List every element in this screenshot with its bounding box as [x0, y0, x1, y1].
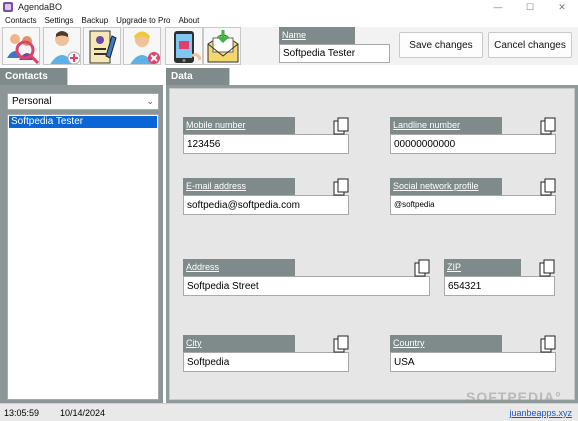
name-field[interactable]: Softpedia Tester	[279, 44, 390, 63]
zip-field[interactable]: 654321	[444, 276, 555, 296]
email-address-field[interactable]: softpedia@softpedia.com	[183, 195, 349, 215]
status-date: 10/14/2024	[60, 408, 106, 418]
zip-label: ZIP	[444, 259, 521, 276]
copy-icon[interactable]	[414, 259, 430, 277]
copy-icon[interactable]	[333, 117, 349, 135]
status-bar: 13:05:59 10/14/2024 juanbeapps.xyz	[0, 403, 578, 421]
copy-icon[interactable]	[540, 178, 556, 196]
app-logo-icon	[3, 2, 13, 12]
save-changes-button[interactable]: Save changes	[399, 32, 483, 58]
menu-about[interactable]: About	[178, 16, 199, 25]
social-network-profile-field[interactable]: @softpedia	[390, 195, 556, 215]
landline-number-label: Landline number	[390, 117, 502, 134]
phone-icon	[174, 31, 202, 63]
website-link[interactable]: juanbeapps.xyz	[509, 408, 572, 418]
search-contacts-icon	[7, 34, 39, 64]
phone-button[interactable]	[165, 27, 203, 65]
name-label: Name	[279, 27, 355, 44]
menu-bar: Contacts Settings Backup Upgrade to Pro …	[0, 14, 578, 27]
copy-icon[interactable]	[333, 178, 349, 196]
window-controls: — ☐ ✕	[482, 0, 578, 14]
status-time: 13:05:59	[4, 408, 40, 418]
minimize-button[interactable]: —	[482, 0, 514, 14]
add-contact-icon	[50, 31, 80, 64]
copy-icon[interactable]	[539, 259, 555, 277]
import-envelope-icon	[207, 30, 239, 63]
mobile-number-label: Mobile number	[183, 117, 295, 134]
list-item[interactable]: Softpedia Tester	[9, 116, 157, 128]
remove-contact-button[interactable]	[123, 27, 161, 65]
country-label: Country	[390, 335, 502, 352]
menu-contacts[interactable]: Contacts	[5, 16, 37, 25]
window-title: AgendaBO	[18, 2, 63, 12]
city-field[interactable]: Softpedia	[183, 352, 349, 372]
country-field[interactable]: USA	[390, 352, 556, 372]
title-bar: AgendaBO — ☐ ✕	[0, 0, 578, 14]
mobile-number-field[interactable]: 123456	[183, 134, 349, 154]
edit-contact-button[interactable]	[83, 27, 121, 65]
copy-icon[interactable]	[333, 335, 349, 353]
add-contact-button[interactable]	[43, 27, 81, 65]
social-network-profile-label: Social network profile	[390, 178, 502, 195]
address-label: Address	[183, 259, 295, 276]
import-envelope-button[interactable]	[203, 27, 241, 65]
edit-contact-icon	[89, 30, 117, 64]
city-label: City	[183, 335, 295, 352]
menu-backup[interactable]: Backup	[81, 16, 108, 25]
maximize-button[interactable]: ☐	[514, 0, 546, 14]
cancel-changes-button[interactable]: Cancel changes	[488, 32, 572, 58]
landline-number-field[interactable]: 00000000000	[390, 134, 556, 154]
email-address-label: E-mail address	[183, 178, 295, 195]
contact-group-select[interactable]: Personal ⌄	[7, 93, 159, 110]
contacts-panel-tab: Contacts	[0, 68, 68, 85]
data-panel-tab: Data	[166, 68, 230, 85]
contact-list[interactable]: Softpedia Tester	[7, 114, 159, 400]
copy-icon[interactable]	[540, 117, 556, 135]
menu-settings[interactable]: Settings	[45, 16, 74, 25]
contact-group-value: Personal	[12, 96, 52, 107]
remove-contact-icon	[130, 31, 160, 64]
menu-upgrade[interactable]: Upgrade to Pro	[116, 16, 170, 25]
search-contacts-button[interactable]	[2, 27, 40, 65]
address-field[interactable]: Softpedia Street	[183, 276, 430, 296]
chevron-down-icon: ⌄	[146, 96, 154, 106]
copy-icon[interactable]	[540, 335, 556, 353]
close-button[interactable]: ✕	[546, 0, 578, 14]
